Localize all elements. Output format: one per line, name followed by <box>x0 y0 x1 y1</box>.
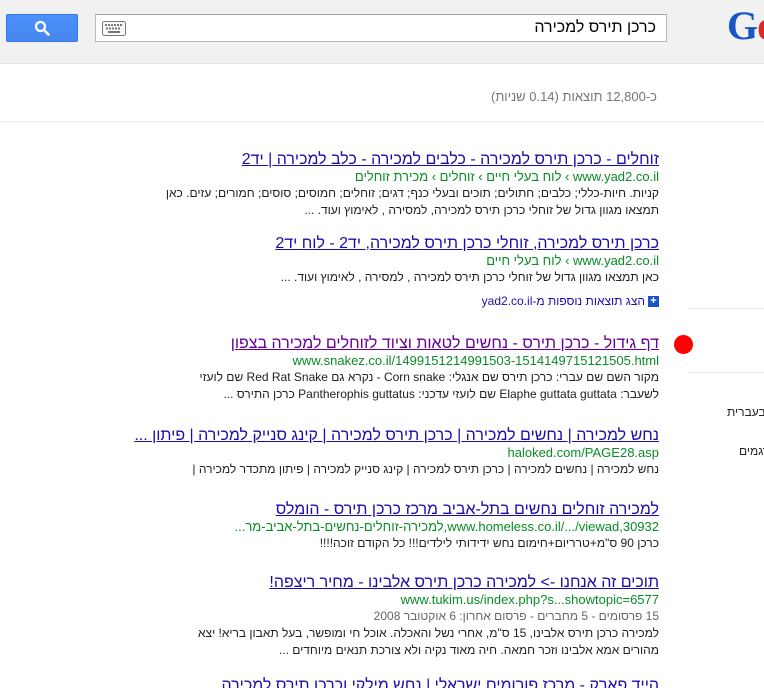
result-item: הייד פארק - מרכז פורומים ישראלי | נחש מי… <box>99 676 659 688</box>
more-results-link[interactable]: הצג תוצאות נוספות מ-yad2.co.il <box>482 294 645 308</box>
result-snippet: תמצאו מגוון גדול של זוחלי כרכן תירס למכי… <box>304 203 659 217</box>
keyboard-icon[interactable] <box>102 21 126 36</box>
result-snippet: למכירה כרכן תירס אלבינו, 15 ס"מ, אחרי נש… <box>198 626 659 640</box>
stats-bar: כ-12,800 תוצאות (0.14 שניות) <box>0 64 764 122</box>
sidebar-language-link[interactable]: בעברית <box>727 405 764 419</box>
search-icon <box>34 20 50 36</box>
search-input[interactable] <box>132 15 660 41</box>
result-url[interactable]: www.yad2.co.il › לוח בעלי חיים <box>99 253 659 269</box>
result-title-link[interactable]: תוכים זה אנחנו -> למכירה כרכן תירס אלבינ… <box>99 573 659 592</box>
result-url[interactable]: www.snakez.co.il/1499151214991503-151414… <box>99 353 659 369</box>
search-button[interactable] <box>6 14 78 42</box>
result-snippet: כרכן 90 ס"מ+טרריום+חימום נחש ידידותי ליל… <box>319 536 659 550</box>
result-snippet: כאן תמצאו מגוון גדול של זוחלי כרכן תירס … <box>280 270 659 284</box>
result-meta: 15 פרסומים - 5 מחברים - פרסום אחרון: 6 א… <box>373 609 659 623</box>
result-title-link[interactable]: דף גידול - כרכן תירס - נחשים לטאות וציוד… <box>99 334 659 353</box>
sidebar-divider <box>688 372 764 373</box>
red-dot-marker <box>674 335 693 354</box>
result-url[interactable]: haloked.com/PAGE28.asp <box>99 445 659 461</box>
google-logo[interactable]: Go <box>727 4 764 48</box>
result-item: כרכן תירס למכירה, זוחלי כרכן תירס למכירה… <box>99 234 659 309</box>
result-url[interactable]: www.homeless.co.il/.../viewad,30932,למכי… <box>99 519 659 535</box>
result-stats: כ-12,800 תוצאות (0.14 שניות) <box>491 89 657 104</box>
result-item: למכירה זוחלים נחשים בתל-אביב מרכז כרכן ת… <box>99 500 659 552</box>
logo-letter-g: G <box>727 3 758 48</box>
sidebar-translations-link[interactable]: רגמים <box>739 444 764 458</box>
result-snippet: מקור השם שם עברי: כרכן תירס שם אנגלי: Co… <box>199 370 659 384</box>
result-title-link[interactable]: כרכן תירס למכירה, זוחלי כרכן תירס למכירה… <box>99 234 659 253</box>
result-snippet: נחש למכירה | נחשים למכירה | כרכן תירס למ… <box>192 462 659 476</box>
result-item: תוכים זה אנחנו -> למכירה כרכן תירס אלבינ… <box>99 573 659 659</box>
result-snippet: לשעבר: Elaphe guttata guttata שם לועזי ע… <box>223 387 659 401</box>
result-title-link[interactable]: זוחלים - כרכן תירס למכירה - כלבים למכירה… <box>99 150 659 169</box>
result-item: נחש למכירה | נחשים למכירה | כרכן תירס למ… <box>99 426 659 478</box>
result-title-link[interactable]: הייד פארק - מרכז פורומים ישראלי | נחש מי… <box>99 676 659 688</box>
result-url[interactable]: www.tukim.us/index.php?s...showtopic=657… <box>99 592 659 608</box>
result-item: זוחלים - כרכן תירס למכירה - כלבים למכירה… <box>99 150 659 219</box>
result-title-link[interactable]: נחש למכירה | נחשים למכירה | כרכן תירס למ… <box>99 426 659 445</box>
result-snippet: קניות. חיות-כללי; כלבים; חתולים; תוכים ו… <box>165 186 659 200</box>
top-bar: Go <box>0 0 764 64</box>
result-title-link[interactable]: למכירה זוחלים נחשים בתל-אביב מרכז כרכן ת… <box>99 500 659 519</box>
result-url[interactable]: www.yad2.co.il › לוח בעלי חיים › זוחלים … <box>99 169 659 185</box>
result-item: דף גידול - כרכן תירס - נחשים לטאות וציוד… <box>99 334 659 403</box>
sidebar-divider <box>688 308 764 309</box>
logo-letter-o: o <box>757 3 764 48</box>
search-box[interactable] <box>95 14 667 42</box>
plus-icon[interactable]: + <box>648 296 659 308</box>
result-snippet: מהורים אמא אלבינו וזכר חמאה. חיה מאוד נק… <box>278 643 659 657</box>
